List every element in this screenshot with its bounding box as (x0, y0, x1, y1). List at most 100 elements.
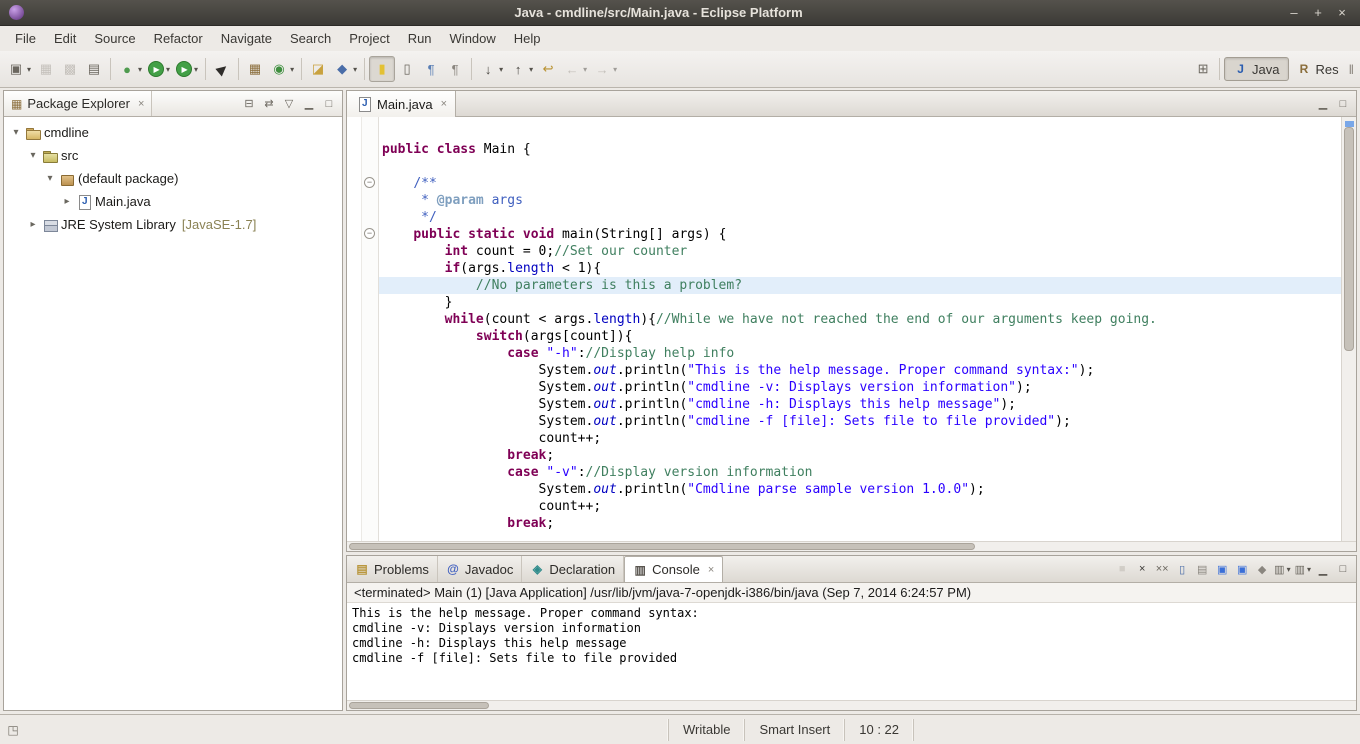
maximize-button[interactable]: + (1308, 4, 1328, 22)
show-whitespace-button[interactable]: ¶ (419, 56, 443, 82)
close-editor-icon[interactable]: × (441, 98, 447, 110)
collapse-icon[interactable]: ▾ (8, 127, 24, 138)
new-java-class-dropdown-icon[interactable]: ▾ (290, 65, 294, 74)
back-dropdown-icon[interactable]: ▾ (583, 65, 587, 74)
print-button[interactable]: ▤ (82, 56, 106, 82)
tree-item-cmdline[interactable]: ▾cmdline (4, 121, 342, 144)
vertical-scrollbar-thumb[interactable] (1344, 127, 1354, 351)
open-task-button[interactable]: ◪ (306, 56, 330, 82)
save-button[interactable]: ▦ (34, 56, 58, 82)
menu-file[interactable]: File (6, 28, 45, 49)
collapse-all-icon[interactable]: ⊟ (240, 95, 258, 113)
collapse-icon[interactable]: ▾ (42, 173, 58, 184)
editor-code-area[interactable]: public class Main { /** * @param args */… (379, 117, 1341, 541)
search-dropdown-icon[interactable]: ▾ (353, 65, 357, 74)
run-dropdown-icon[interactable]: ▾ (166, 65, 170, 74)
debug-dropdown-icon[interactable]: ▾ (138, 65, 142, 74)
menu-project[interactable]: Project (340, 28, 398, 49)
run-external-tools-dropdown-icon[interactable]: ▾ (194, 65, 198, 74)
format-element-button[interactable]: ¶ (443, 56, 467, 82)
show-source-button[interactable]: ▯ (395, 56, 419, 82)
display-selected-console-icon[interactable]: ▥▾ (1273, 560, 1291, 578)
collapse-icon[interactable]: ▾ (25, 150, 41, 161)
menu-edit[interactable]: Edit (45, 28, 85, 49)
minimize-editor-icon[interactable]: ▁ (1314, 95, 1332, 113)
maximize-view-icon[interactable]: □ (320, 95, 338, 113)
previous-annotation-dropdown-icon[interactable]: ▾ (529, 65, 533, 74)
scroll-lock-icon[interactable]: ▤ (1193, 560, 1211, 578)
perspective-bar-handle[interactable]: ‖ (1349, 62, 1354, 77)
maximize-console-icon[interactable]: □ (1334, 560, 1352, 578)
annotation-ruler[interactable] (347, 117, 362, 541)
tree-item-default-package[interactable]: ▾(default package) (4, 167, 342, 190)
forward-button[interactable]: →▾ (590, 56, 620, 82)
folding-ruler[interactable]: −− (362, 117, 379, 541)
console-output[interactable]: This is the help message. Proper command… (347, 603, 1356, 700)
menu-refactor[interactable]: Refactor (145, 28, 212, 49)
debug-button[interactable]: ●▾ (115, 56, 145, 82)
pin-console-icon[interactable]: ◆ (1253, 560, 1271, 578)
minimize-view-icon[interactable]: ▁ (300, 95, 318, 113)
editor-vertical-scrollbar[interactable] (1341, 117, 1356, 541)
fold-collapse-icon[interactable]: − (364, 177, 375, 188)
perspective-java-button[interactable]: JJava (1224, 57, 1288, 81)
statusbar-corner-icon[interactable]: ◳ (0, 723, 26, 737)
select-pointer-button[interactable]: ▶ (210, 56, 234, 82)
tab-console[interactable]: ▥Console× (624, 556, 723, 582)
package-explorer-tab[interactable]: ▦ Package Explorer × (4, 91, 152, 116)
previous-annotation-button[interactable]: ↑▾ (506, 56, 536, 82)
new-java-project-button[interactable]: ▦ (243, 56, 267, 82)
last-edit-location-button[interactable]: ↩ (536, 56, 560, 82)
remove-launch-icon[interactable]: × (1133, 560, 1151, 578)
open-perspective-button[interactable]: ⊞ (1191, 56, 1215, 82)
menu-navigate[interactable]: Navigate (212, 28, 281, 49)
close-view-icon[interactable]: × (138, 98, 144, 110)
back-button[interactable]: ←▾ (560, 56, 590, 82)
tab-problems[interactable]: ▤Problems (347, 556, 438, 582)
view-menu-icon[interactable]: ▽ (280, 95, 298, 113)
tree-item-jre-system-library[interactable]: ▸JRE System Library[JavaSE-1.7] (4, 213, 342, 236)
menu-source[interactable]: Source (85, 28, 144, 49)
expand-icon[interactable]: ▸ (25, 219, 41, 230)
perspective-res-button[interactable]: RRes (1289, 57, 1347, 81)
menu-help[interactable]: Help (505, 28, 550, 49)
tree-item-src[interactable]: ▾src (4, 144, 342, 167)
minimize-button[interactable]: – (1284, 4, 1304, 22)
save-all-button[interactable]: ▩ (58, 56, 82, 82)
next-annotation-dropdown-icon[interactable]: ▾ (499, 65, 503, 74)
open-console-icon[interactable]: ▥▾ (1294, 560, 1312, 578)
horizontal-scrollbar-thumb[interactable] (349, 543, 975, 550)
run-button[interactable]: ▶▾ (145, 56, 173, 82)
project-tree[interactable]: ▾cmdline▾src▾(default package)▸Main.java… (4, 117, 342, 710)
forward-dropdown-icon[interactable]: ▾ (613, 65, 617, 74)
editor-horizontal-scrollbar[interactable] (347, 541, 1356, 551)
editor-tab-main-java[interactable]: Main.java × (347, 91, 456, 117)
link-with-editor-icon[interactable]: ⇄ (260, 95, 278, 113)
close-tab-icon[interactable]: × (708, 564, 714, 576)
terminate-icon[interactable]: ■ (1113, 560, 1131, 578)
horizontal-scrollbar-thumb[interactable] (349, 702, 489, 709)
menu-search[interactable]: Search (281, 28, 340, 49)
mark-occurrences-button[interactable]: ▮ (369, 56, 395, 82)
close-button[interactable]: × (1332, 4, 1352, 22)
show-stdout-changed-icon[interactable]: ▣ (1213, 560, 1231, 578)
new-java-class-button[interactable]: ◉▾ (267, 56, 297, 82)
menu-run[interactable]: Run (399, 28, 441, 49)
console-horizontal-scrollbar[interactable] (347, 700, 1356, 710)
new-wizard-dropdown-icon[interactable]: ▾ (27, 65, 31, 74)
show-stderr-changed-icon[interactable]: ▣ (1233, 560, 1251, 578)
titlebar[interactable]: Java - cmdline/src/Main.java - Eclipse P… (0, 0, 1360, 26)
tab-declaration[interactable]: ◈Declaration (522, 556, 624, 582)
fold-collapse-icon[interactable]: − (364, 228, 375, 239)
tab-javadoc[interactable]: @Javadoc (438, 556, 522, 582)
new-wizard-button[interactable]: ▣▾ (4, 56, 34, 82)
expand-icon[interactable]: ▸ (59, 196, 75, 207)
clear-console-icon[interactable]: ▯ (1173, 560, 1191, 578)
remove-all-launches-icon[interactable]: ×× (1153, 560, 1171, 578)
tree-item-main.java[interactable]: ▸Main.java (4, 190, 342, 213)
menu-window[interactable]: Window (441, 28, 505, 49)
minimize-console-icon[interactable]: ▁ (1314, 560, 1332, 578)
maximize-editor-icon[interactable]: □ (1334, 95, 1352, 113)
next-annotation-button[interactable]: ↓▾ (476, 56, 506, 82)
search-button[interactable]: ◆▾ (330, 56, 360, 82)
